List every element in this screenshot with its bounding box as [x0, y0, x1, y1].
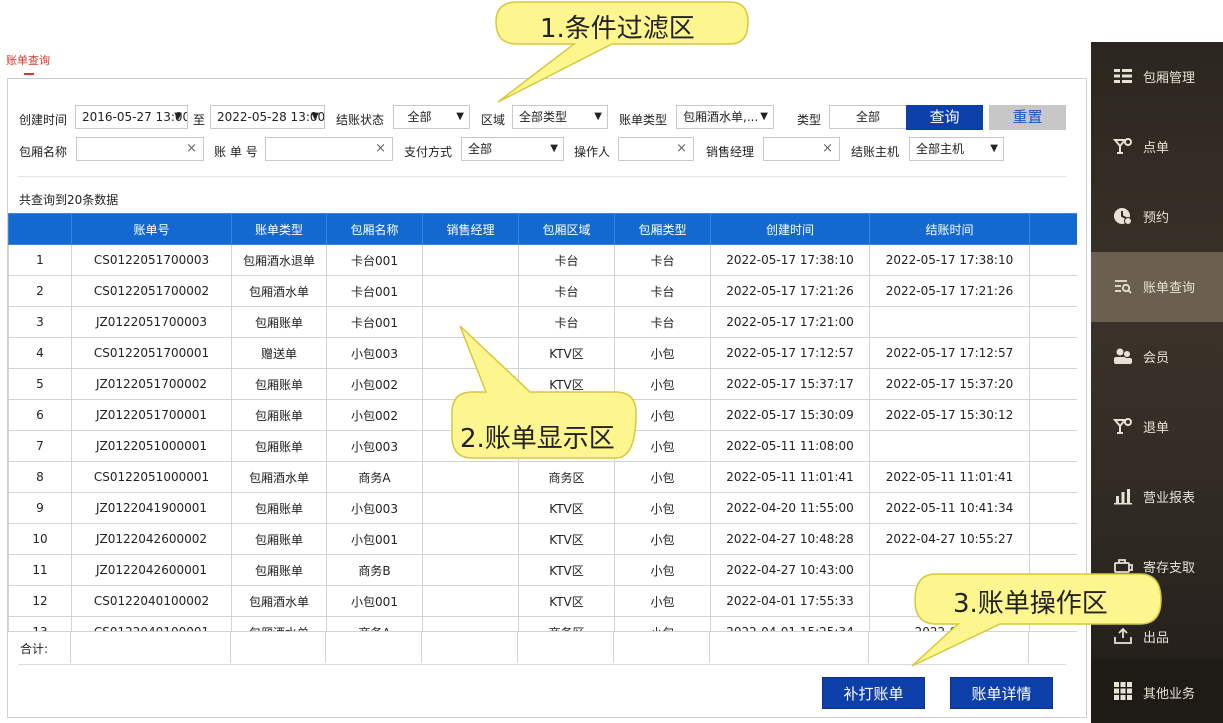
callout-bill-display: 2.账单显示区 — [460, 424, 615, 454]
callout-filter-area: 1.条件过滤区 — [540, 14, 695, 44]
callout-bill-actions: 3.账单操作区 — [953, 589, 1108, 619]
